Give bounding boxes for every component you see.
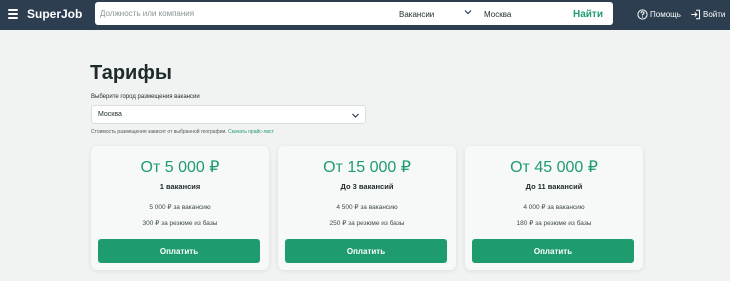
search-type-select[interactable]: Вакансии bbox=[399, 10, 434, 19]
city-select[interactable]: Москва bbox=[91, 105, 366, 124]
tariff-card: От 15 000 ₽ До 3 вакансий 4 500 ₽ за вак… bbox=[278, 146, 456, 270]
pricing-note: Стоимость размещения зависит от выбранно… bbox=[91, 129, 274, 135]
search-input[interactable] bbox=[100, 6, 380, 21]
tariff-vacancy-price: 4 500 ₽ за вакансию bbox=[336, 204, 398, 211]
search-bar: Вакансии Москва Найти bbox=[95, 2, 613, 25]
tariff-resume-price: 180 ₽ за резюме из базы bbox=[516, 220, 592, 227]
top-bar: SuperJob Вакансии Москва Найти Помощь Во… bbox=[0, 0, 730, 30]
tariff-price: От 5 000 ₽ bbox=[140, 159, 220, 176]
tariff-vacancy-price: 4 000 ₽ за вакансию bbox=[523, 204, 585, 211]
page-title: Тарифы bbox=[90, 62, 172, 84]
tariff-vacancy-price: 5 000 ₽ за вакансию bbox=[149, 204, 211, 211]
login-link[interactable]: Войти bbox=[703, 10, 725, 19]
logo[interactable]: SuperJob bbox=[27, 7, 82, 21]
tariff-price: От 15 000 ₽ bbox=[323, 159, 411, 176]
tariff-title: До 11 вакансий bbox=[525, 182, 583, 191]
tariff-resume-price: 300 ₽ за резюме из базы bbox=[142, 220, 218, 227]
pay-button[interactable]: Оплатить bbox=[285, 239, 447, 263]
tariff-price: От 45 000 ₽ bbox=[510, 159, 598, 176]
tariff-card: От 5 000 ₽ 1 вакансия 5 000 ₽ за ваканси… bbox=[91, 146, 269, 270]
pay-button[interactable]: Оплатить bbox=[472, 239, 634, 263]
tariff-card: От 45 000 ₽ До 11 вакансий 4 000 ₽ за ва… bbox=[465, 146, 643, 270]
tariff-title: До 3 вакансий bbox=[340, 182, 394, 191]
pay-button[interactable]: Оплатить bbox=[98, 239, 260, 263]
menu-icon[interactable] bbox=[8, 9, 18, 19]
help-link[interactable]: Помощь bbox=[650, 10, 681, 19]
chevron-down-icon[interactable] bbox=[464, 8, 472, 16]
tariff-title: 1 вакансия bbox=[159, 182, 201, 191]
pricing-note-text: Стоимость размещения зависит от выбранно… bbox=[91, 129, 227, 135]
chevron-down-icon bbox=[352, 113, 359, 118]
help-circle-icon[interactable] bbox=[637, 9, 648, 20]
search-button[interactable]: Найти bbox=[573, 9, 603, 20]
login-icon[interactable] bbox=[690, 9, 701, 20]
city-select-value: Москва bbox=[98, 111, 122, 118]
search-city-input[interactable]: Москва bbox=[484, 10, 511, 19]
city-select-label: Выберите город размещения вакансии bbox=[91, 94, 200, 100]
tariff-resume-price: 250 ₽ за резюме из базы bbox=[329, 220, 405, 227]
price-list-link[interactable]: Скачать прайс-лист bbox=[228, 129, 274, 135]
